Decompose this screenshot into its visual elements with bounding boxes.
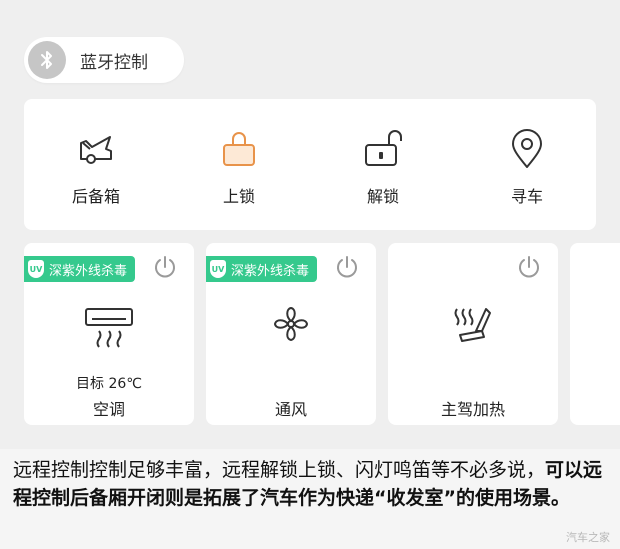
locate-car-icon (512, 129, 542, 168)
watermark: 汽车之家 (566, 531, 610, 544)
trunk-label: 后备箱 (71, 187, 120, 206)
uv-disinfection-badge: UV 深紫外线杀毒 (24, 256, 136, 282)
uv-badge-label: 深紫外线杀毒 (49, 263, 128, 279)
ventilation-card[interactable]: UV 深紫外线杀毒 通风 (206, 243, 376, 425)
uv-shield-icon: UV (28, 260, 44, 278)
unlock-label: 解锁 (366, 187, 399, 206)
air-conditioner-icon (85, 308, 133, 348)
driver-seat-heat-label: 主驾加热 (440, 400, 505, 419)
uv-disinfection-badge: UV 深紫外线杀毒 (206, 256, 318, 282)
uv-shield-icon: UV (210, 260, 226, 278)
trunk-icon (80, 136, 112, 164)
bluetooth-control-button[interactable]: 蓝牙控制 (24, 37, 184, 83)
caption: 远程控制控制足够丰富，远程解锁上锁、闪灯鸣笛等不必多说，可以远程控制后备厢开闭则… (0, 449, 620, 549)
fan-icon (273, 306, 309, 342)
power-icon[interactable] (152, 254, 178, 280)
caption-normal-text: 远程控制控制足够丰富，远程解锁上锁、闪灯鸣笛等不必多说， (13, 459, 546, 481)
power-icon[interactable] (334, 254, 360, 280)
bluetooth-icon (28, 41, 66, 79)
next-card-partial[interactable] (570, 243, 620, 425)
power-icon[interactable] (516, 254, 542, 280)
seat-heat-icon (454, 308, 491, 342)
trunk-button[interactable]: 后备箱 (36, 99, 156, 230)
locate-car-label: 寻车 (510, 187, 543, 206)
target-temperature: 目标 26℃ (76, 376, 142, 392)
lock-icon (223, 132, 255, 166)
ventilation-label: 通风 (274, 400, 307, 419)
lock-button[interactable]: 上锁 (179, 99, 299, 230)
air-conditioner-label: 空调 (92, 400, 125, 419)
air-conditioner-card[interactable]: UV 深紫外线杀毒 目标 26℃ 空调 (24, 243, 194, 425)
bluetooth-control-label: 蓝牙控制 (80, 52, 148, 73)
unlock-icon (365, 130, 402, 166)
quick-actions-panel: 后备箱 上锁 解锁 寻车 (24, 99, 596, 230)
locate-car-button[interactable]: 寻车 (467, 99, 587, 230)
lock-label: 上锁 (222, 187, 255, 206)
uv-badge-label: 深紫外线杀毒 (231, 263, 310, 279)
driver-seat-heat-card[interactable]: 主驾加热 (388, 243, 558, 425)
unlock-button[interactable]: 解锁 (323, 99, 443, 230)
